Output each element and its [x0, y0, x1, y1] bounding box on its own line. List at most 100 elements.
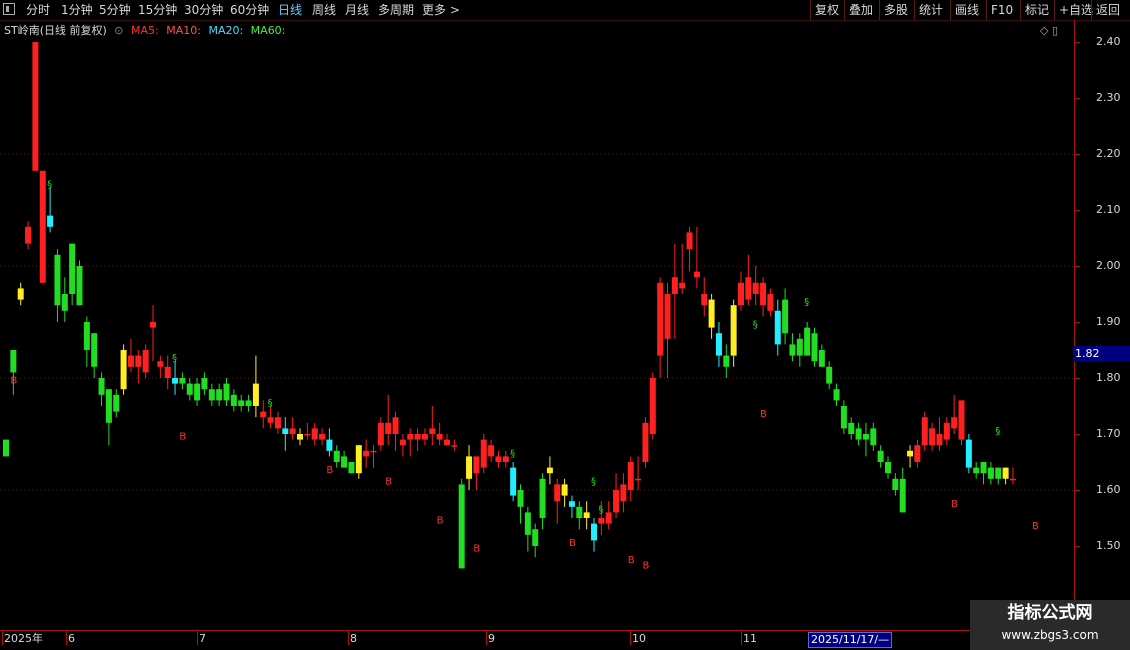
candle-body	[230, 394, 237, 406]
candle-body	[951, 417, 958, 429]
back-button[interactable]: 返回	[1091, 0, 1124, 20]
candle-body	[223, 383, 230, 401]
candle-body	[517, 490, 524, 507]
candle-body	[245, 400, 252, 406]
candle-body	[488, 445, 495, 457]
candle	[723, 344, 730, 378]
candle	[789, 333, 796, 362]
candle-body	[142, 350, 149, 373]
candle	[987, 462, 994, 485]
tab-1min[interactable]: 1分钟	[61, 0, 93, 20]
candle-body	[480, 439, 487, 468]
candle-body	[385, 422, 392, 434]
candle-body	[495, 456, 502, 462]
candle	[39, 170, 46, 283]
candle	[840, 400, 847, 434]
candle-body	[429, 428, 436, 434]
candle-body	[995, 467, 1002, 479]
candle-body	[532, 529, 539, 546]
candle	[245, 394, 252, 412]
candle	[495, 450, 502, 468]
tab-15min[interactable]: 15分钟	[138, 0, 177, 20]
signal-mark: §	[591, 476, 596, 487]
signal-mark: §	[995, 426, 1000, 437]
time-axis-tick	[741, 631, 742, 645]
tab-multi-period[interactable]: 多周期	[378, 0, 414, 20]
candle	[186, 378, 193, 401]
candle-body	[818, 350, 825, 367]
mark-button[interactable]: 标记	[1020, 0, 1053, 20]
price-axis-label: 2.30	[1096, 91, 1121, 104]
candle	[671, 243, 678, 339]
candle	[1009, 467, 1016, 485]
candle	[25, 221, 32, 250]
candle	[914, 439, 921, 468]
candle-body	[238, 400, 245, 406]
candle-body	[510, 467, 517, 496]
candle	[76, 260, 83, 306]
overlay-button[interactable]: 叠加	[844, 0, 877, 20]
candle-body	[502, 456, 509, 462]
buy-signal-marker: B	[951, 499, 958, 510]
candle	[965, 434, 972, 474]
candle	[157, 355, 164, 378]
menu-icon[interactable]	[3, 3, 15, 15]
candle-body	[892, 478, 899, 490]
time-axis-label: 8	[350, 632, 357, 645]
f10-button[interactable]: F10	[986, 0, 1017, 20]
candle	[120, 344, 127, 395]
price-axis-label: 2.10	[1096, 203, 1121, 216]
candle	[179, 372, 186, 390]
candle-body	[414, 434, 421, 440]
candle	[811, 327, 818, 367]
tab-5min[interactable]: 5分钟	[99, 0, 131, 20]
candle-body	[76, 266, 83, 306]
candle-body	[760, 282, 767, 306]
tab-30min[interactable]: 30分钟	[184, 0, 223, 20]
candle	[958, 400, 965, 446]
price-axis-tick	[1074, 266, 1080, 267]
candle-body	[363, 450, 370, 457]
buy-signal-marker: B	[628, 555, 635, 566]
candle-body	[885, 462, 891, 474]
candle	[311, 422, 318, 446]
candle	[907, 445, 914, 468]
candle-body	[767, 294, 774, 311]
candle	[47, 187, 54, 233]
time-axis-tick	[630, 631, 631, 645]
candle	[804, 322, 811, 356]
candle	[951, 394, 958, 434]
candle-body	[635, 478, 642, 481]
candlestick-chart[interactable]: B§B§B§BBB§B§BB§B§§B§B	[0, 20, 1075, 632]
candle	[848, 417, 855, 440]
candle-body	[289, 428, 296, 434]
candle	[517, 484, 524, 524]
statistics-button[interactable]: 统计	[914, 0, 947, 20]
tab-daily[interactable]: 日线	[278, 0, 302, 20]
adjust-button[interactable]: 复权	[810, 0, 843, 20]
candle-body	[730, 305, 737, 356]
candle	[127, 338, 134, 373]
candle	[767, 288, 774, 317]
tab-weekly[interactable]: 周线	[312, 0, 336, 20]
candle	[664, 282, 671, 378]
tab-more[interactable]: 更多 >	[422, 0, 460, 20]
candle	[451, 439, 458, 451]
candle-body	[297, 434, 303, 440]
candle-body	[83, 322, 90, 350]
candle	[943, 417, 950, 446]
price-axis-label: 1.60	[1096, 483, 1121, 496]
candle-body	[899, 478, 906, 513]
tab-60min[interactable]: 60分钟	[230, 0, 269, 20]
time-axis-tick	[348, 631, 349, 645]
candle-body	[826, 366, 833, 384]
candle	[304, 422, 311, 440]
candle	[238, 394, 245, 412]
candle	[642, 417, 649, 468]
tab-timeshare[interactable]: 分时	[26, 0, 50, 20]
multi-stock-button[interactable]: 多股	[879, 0, 912, 20]
draw-line-button[interactable]: 画线	[950, 0, 983, 20]
tab-monthly[interactable]: 月线	[345, 0, 369, 20]
buy-signal-marker: B	[569, 538, 576, 549]
price-axis-tick	[1074, 490, 1080, 491]
